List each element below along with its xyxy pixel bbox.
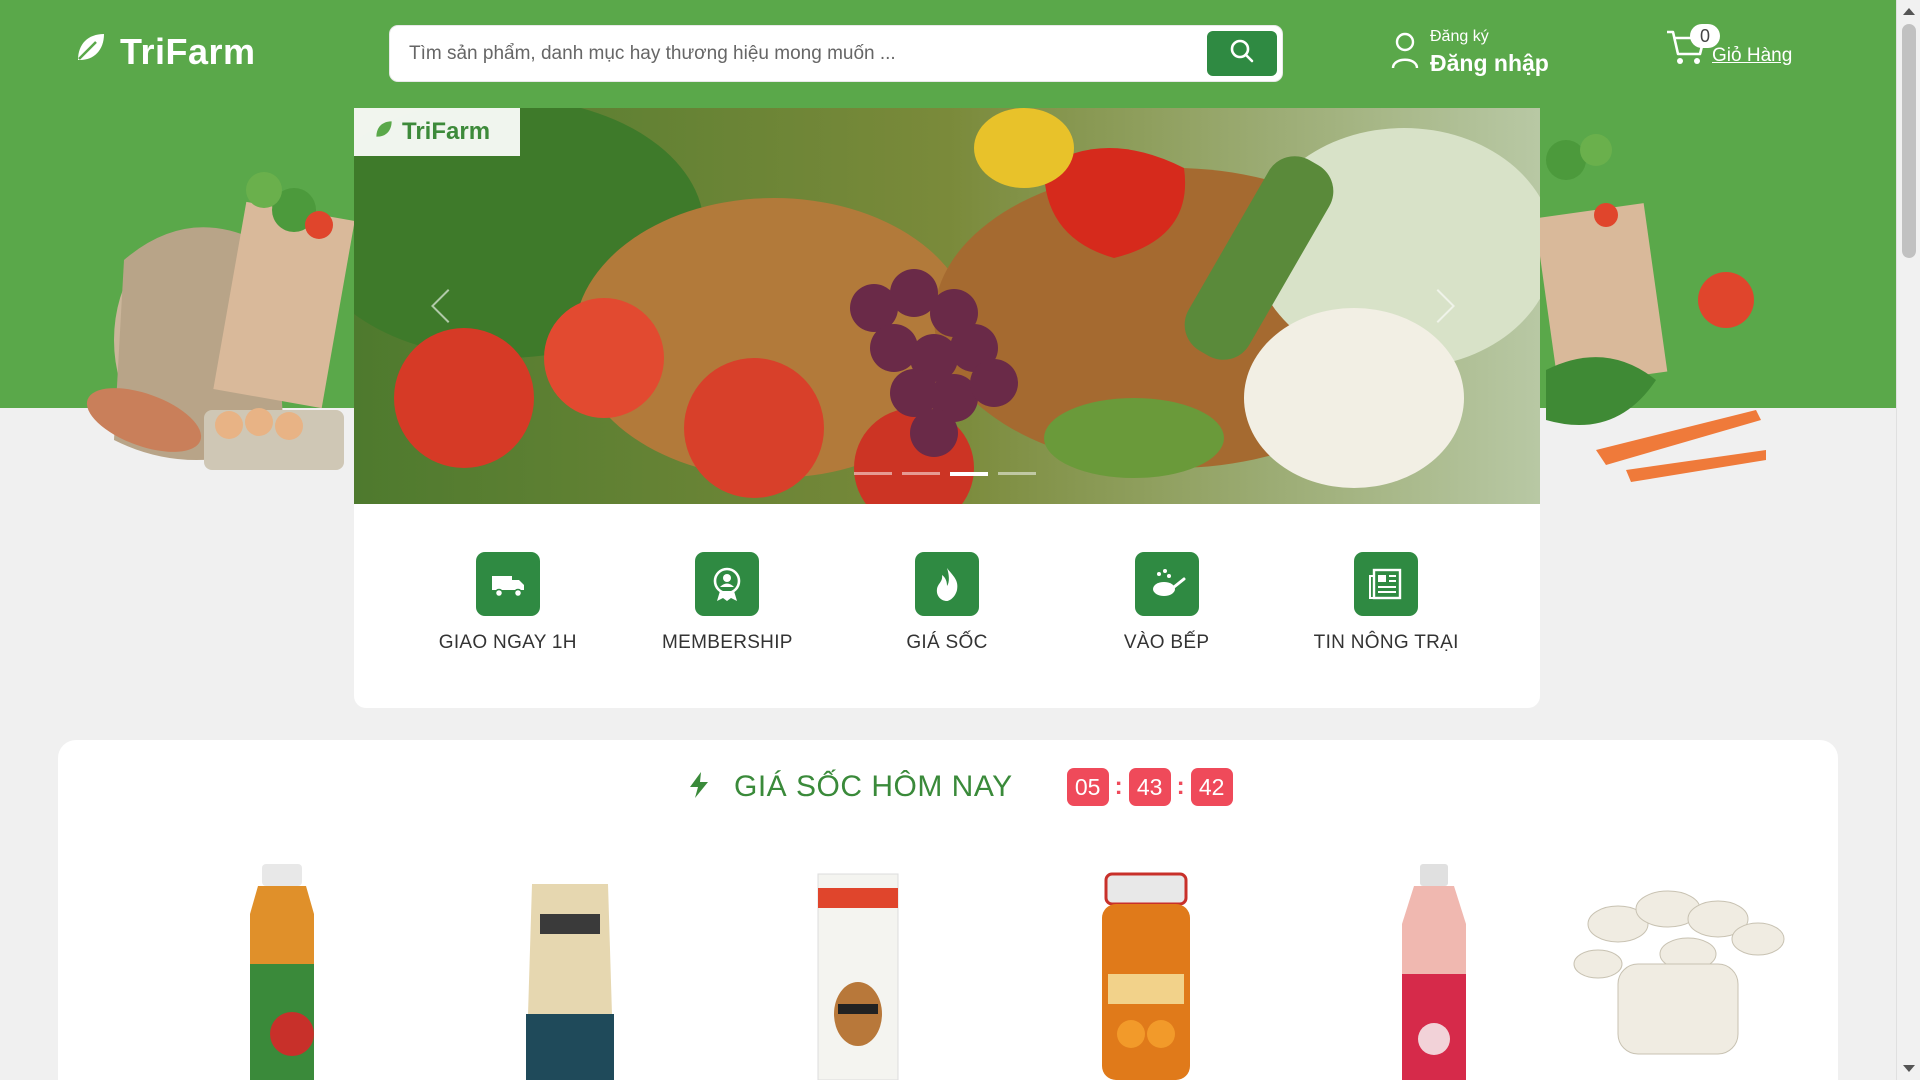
flash-sale-header: GIÁ SỐC HÔM NAY 05 : 43 : 42 — [686, 768, 1233, 806]
feature-label: TIN NÔNG TRẠI — [1313, 632, 1459, 653]
timer-separator: : — [1114, 773, 1123, 800]
product-list — [58, 864, 1838, 1080]
membership-badge-icon — [695, 552, 760, 616]
product-image — [250, 864, 314, 1080]
cart-count-badge: 0 — [1690, 24, 1720, 48]
flash-sale-title: GIÁ SỐC HÔM NAY — [734, 770, 1013, 803]
cooking-pan-icon — [1134, 552, 1199, 616]
product-card-lychee-drink[interactable] — [1314, 864, 1554, 1080]
feature-cooking[interactable]: VÀO BẾP — [1067, 552, 1267, 708]
grocery-illustration-right — [1534, 120, 1776, 520]
product-image — [1402, 864, 1466, 1080]
product-card-apple-juice[interactable] — [162, 864, 402, 1080]
banner-dot[interactable] — [902, 472, 940, 475]
feature-label: VÀO BẾP — [1123, 632, 1210, 653]
leaf-icon — [74, 30, 108, 73]
banner-dot-active[interactable] — [950, 472, 988, 476]
account-menu[interactable]: Đăng ký Đăng nhập — [1390, 28, 1549, 77]
feature-express-delivery[interactable]: GIAO NGAY 1H — [408, 552, 608, 708]
register-link[interactable]: Đăng ký — [1430, 28, 1549, 46]
newspaper-icon — [1354, 552, 1419, 616]
search-button[interactable] — [1207, 31, 1277, 76]
feature-label: MEMBERSHIP — [662, 632, 793, 653]
delivery-truck-icon — [475, 552, 540, 616]
lightning-icon — [686, 770, 712, 805]
search-icon — [1229, 38, 1255, 69]
flash-sale-section: GIÁ SỐC HÔM NAY 05 : 43 : 42 — [58, 740, 1838, 1080]
logo-text: TriFarm — [120, 30, 256, 72]
login-link[interactable]: Đăng nhập — [1430, 50, 1549, 77]
product-card-marmalade[interactable] — [1026, 864, 1266, 1080]
fire-icon — [914, 552, 979, 616]
feature-farm-news[interactable]: TIN NÔNG TRẠI — [1286, 552, 1486, 708]
product-image — [817, 873, 899, 1080]
banner-dot[interactable] — [998, 472, 1036, 475]
banner-brand-tag: TriFarm — [354, 108, 520, 156]
timer-separator: : — [1176, 773, 1185, 800]
product-card-mushrooms[interactable] — [1558, 864, 1798, 1080]
search-bar — [390, 26, 1282, 81]
feature-label: GIÁ SỐC — [906, 632, 988, 653]
cart-label[interactable]: Giỏ Hàng — [1712, 45, 1792, 67]
logo[interactable]: TriFarm — [74, 30, 256, 73]
timer-hours: 05 — [1066, 768, 1109, 806]
banner-image — [354, 108, 1540, 504]
banner-tag-text: TriFarm — [402, 118, 491, 145]
hero-banner[interactable]: TriFarm — [354, 108, 1540, 504]
product-image — [526, 884, 614, 1080]
search-input[interactable] — [393, 29, 1207, 78]
product-image — [1102, 872, 1190, 1080]
grocery-illustration-left — [54, 140, 355, 500]
feature-bar: GIAO NGAY 1H MEMBERSHIP GIÁ SỐC VÀO BẾP … — [354, 504, 1540, 708]
scroll-up-icon[interactable] — [1903, 8, 1915, 15]
feature-hot-deals[interactable]: GIÁ SỐC — [847, 552, 1047, 708]
timer-seconds: 42 — [1190, 768, 1233, 806]
product-card-almond-milk[interactable] — [738, 864, 978, 1080]
banner-pagination — [854, 472, 1036, 476]
cart-button[interactable]: 0 Giỏ Hàng — [1664, 24, 1792, 73]
timer-minutes: 43 — [1128, 768, 1171, 806]
banner-dot[interactable] — [854, 472, 892, 475]
countdown-timer: 05 : 43 : 42 — [1066, 768, 1233, 806]
feature-label: GIAO NGAY 1H — [438, 632, 577, 653]
user-icon — [1390, 30, 1420, 75]
scroll-thumb[interactable] — [1902, 24, 1916, 258]
product-card-coffee[interactable] — [450, 864, 690, 1080]
product-image — [1573, 890, 1785, 1055]
page-scrollbar[interactable] — [1896, 0, 1920, 1080]
scroll-down-icon[interactable] — [1903, 1065, 1915, 1072]
feature-membership[interactable]: MEMBERSHIP — [627, 552, 827, 708]
leaf-icon — [374, 118, 394, 146]
